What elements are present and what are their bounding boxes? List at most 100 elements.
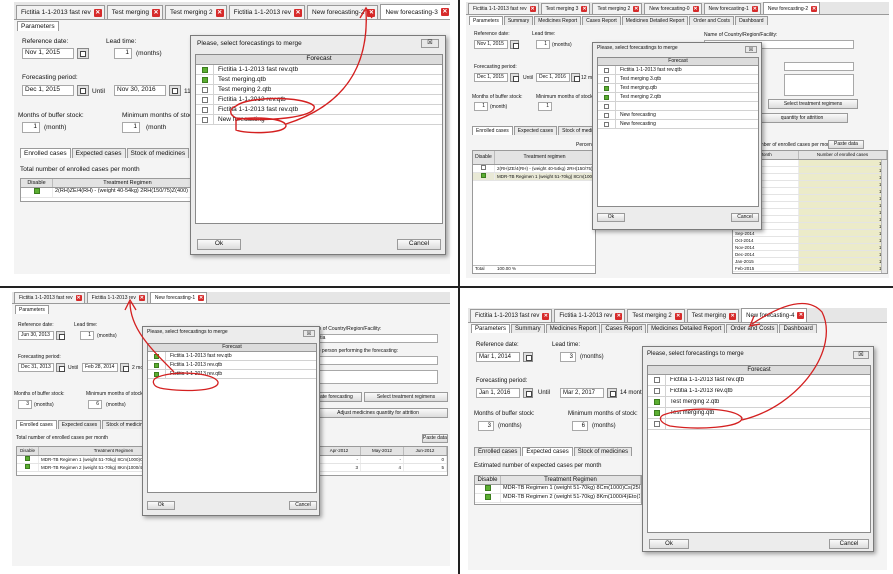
cases-cell[interactable]: 10 [799,251,887,257]
calendar-icon[interactable] [523,352,533,362]
forecast-checkbox[interactable] [653,421,660,427]
calendar-icon[interactable] [56,363,65,372]
file-tab[interactable]: Fictitia 1-1-2013 rev ✕ [228,5,306,19]
cases-cell[interactable]: 10 [799,209,887,215]
calendar-icon[interactable] [510,73,519,82]
list-item[interactable]: Fictitia 1-1-2013 fast rev.qtb [196,65,442,75]
cases-cell[interactable]: 10 [799,160,887,166]
table-row[interactable]: Oct-201410 [733,237,887,244]
tab-dashboard[interactable]: Dashboard [779,324,817,333]
select-regimens-button[interactable]: Select treatment regimens [364,392,448,402]
scrollbar[interactable] [881,160,887,273]
close-icon[interactable]: ☒ [421,39,439,48]
lead-time-spinner[interactable]: 3 [560,352,576,362]
tab-expected-cases[interactable]: Expected cases [71,148,126,158]
lead-time-spinner[interactable]: 1 [536,40,550,49]
disable-checkbox[interactable] [33,188,40,194]
cases-cell[interactable]: 10 [799,202,887,208]
close-tab-icon[interactable]: ✕ [751,6,758,12]
month-value-cell[interactable]: - [361,456,404,463]
file-tab-active[interactable]: New forecasting-3 ✕ [380,4,450,19]
tab-enrolled-cases[interactable]: Enrolled cases [474,447,522,456]
tab-enrolled-cases[interactable]: Enrolled cases [472,126,513,135]
cancel-button[interactable]: Cancel [829,539,869,549]
calendar-icon[interactable] [56,331,65,340]
forecast-checkbox[interactable] [201,86,208,93]
forecast-checkbox[interactable] [653,399,660,405]
cases-cell[interactable]: 10 [799,244,887,250]
buffer-stock-spinner[interactable]: 1 [474,102,488,111]
list-item[interactable]: Fictitia 1-1-2013 rev.qtb [148,361,316,370]
tab-stock-of-medicines[interactable]: Stock of medicines [573,447,633,456]
file-tab[interactable]: Test merging 2 ✕ [627,309,685,322]
buffer-stock-spinner[interactable]: 1 [22,122,40,133]
person-field[interactable] [784,62,854,71]
month-value-cell[interactable]: 0 [404,456,447,463]
forecast-checkbox[interactable] [154,362,159,368]
list-item[interactable] [598,102,758,111]
tab-medicines-detailed-report[interactable]: Medicines Detailed Report [621,16,689,25]
tab-expected-cases[interactable]: Expected cases [513,126,558,135]
cancel-button[interactable]: Cancel [397,239,441,250]
min-stock-spinner[interactable]: 6 [572,421,588,431]
calendar-icon[interactable] [77,85,89,96]
reference-date-field[interactable]: Nov 1, 2015 [22,48,74,59]
month-value-cell[interactable]: 5 [404,464,447,471]
tab-expected-cases[interactable]: Expected cases [522,447,573,456]
close-icon[interactable]: ☒ [303,330,315,337]
month-value-cell[interactable]: - [318,456,361,463]
close-tab-icon[interactable]: ✕ [633,6,640,12]
forecast-checkbox[interactable] [201,66,208,73]
list-item[interactable]: Test merging.qtb [196,75,442,85]
tab-summary[interactable]: Summary [503,16,534,25]
adjust-attrition-button[interactable]: quantity for attrition [756,113,848,123]
table-row[interactable]: Feb-201510 [733,265,887,272]
buffer-stock-spinner[interactable]: 3 [478,421,494,431]
file-tab[interactable]: Fictitia 1-1-2013 fast rev ✕ [16,5,105,19]
forecast-checkbox[interactable] [201,76,208,83]
list-item[interactable]: Test merging 3.qtb [598,75,758,84]
reference-date-field[interactable]: Jun 30, 2013 [18,331,54,340]
tab-cases-report[interactable]: Cases Report [601,324,647,333]
list-item[interactable]: New forecasting [598,111,758,120]
file-tab[interactable]: Fictitia 1-1-2013 rev ✕ [86,292,148,303]
list-item[interactable]: Fictitia 1-1-2013 fast rev.qtb [196,105,442,115]
reference-date-field[interactable]: Nov 1, 2015 [474,40,508,49]
file-tab[interactable]: Test merging ✕ [686,309,740,322]
calendar-icon[interactable] [169,85,181,96]
file-tab[interactable]: Test merging 3 ✕ [540,3,591,14]
facility-field[interactable] [784,74,854,96]
forecast-checkbox[interactable] [154,353,159,359]
close-tab-icon[interactable]: ✕ [75,295,82,301]
close-tab-icon[interactable]: ✕ [542,312,550,320]
list-item[interactable]: Fictitia 1-1-2013 fast rev.qtb [598,66,758,75]
person-field[interactable] [308,356,438,365]
country-field[interactable]: Fictitia [308,334,438,343]
forecast-checkbox[interactable] [154,371,159,377]
tab-cases-report[interactable]: Cases Report [582,16,621,25]
forecast-checkbox[interactable] [604,85,609,91]
list-item[interactable]: Test merging.qtb [648,408,870,419]
disable-checkbox[interactable] [25,464,30,470]
forecast-checkbox[interactable] [604,121,609,127]
cases-cell[interactable]: 10 [799,195,887,201]
forecast-checkbox[interactable] [653,377,660,383]
file-tab-active[interactable]: New forecasting-2 ✕ [762,2,821,14]
file-tab[interactable]: Fictitia 1-1-2013 fast rev ✕ [470,309,553,322]
file-tab-active[interactable]: New forecasting-1 ✕ [149,292,208,303]
ok-button[interactable]: Ok [147,501,175,510]
file-tab[interactable]: Fictitia 1-1-2013 fast rev ✕ [468,3,539,14]
forecast-checkbox[interactable] [604,103,609,109]
close-tab-icon[interactable]: ✕ [440,8,449,16]
table-row[interactable]: Nov-201410 [733,244,887,251]
month-value-cell[interactable]: 4 [361,464,404,471]
forecast-checkbox[interactable] [604,112,609,118]
table-row[interactable]: Dec-201410 [733,251,887,258]
calendar-icon[interactable] [77,48,89,59]
cases-cell[interactable]: 10 [799,174,887,180]
list-item[interactable]: Fictitia 1-1-2013 rev.qtb [196,95,442,105]
period-from-field[interactable]: Dec 1, 2015 [474,73,508,82]
list-item[interactable]: Fictitia 1-1-2013 rev.qtb [648,386,870,397]
cases-cell[interactable]: 10 [799,265,887,271]
adjust-attrition-button[interactable]: Adjust medicines quantity for attrition [308,408,448,418]
